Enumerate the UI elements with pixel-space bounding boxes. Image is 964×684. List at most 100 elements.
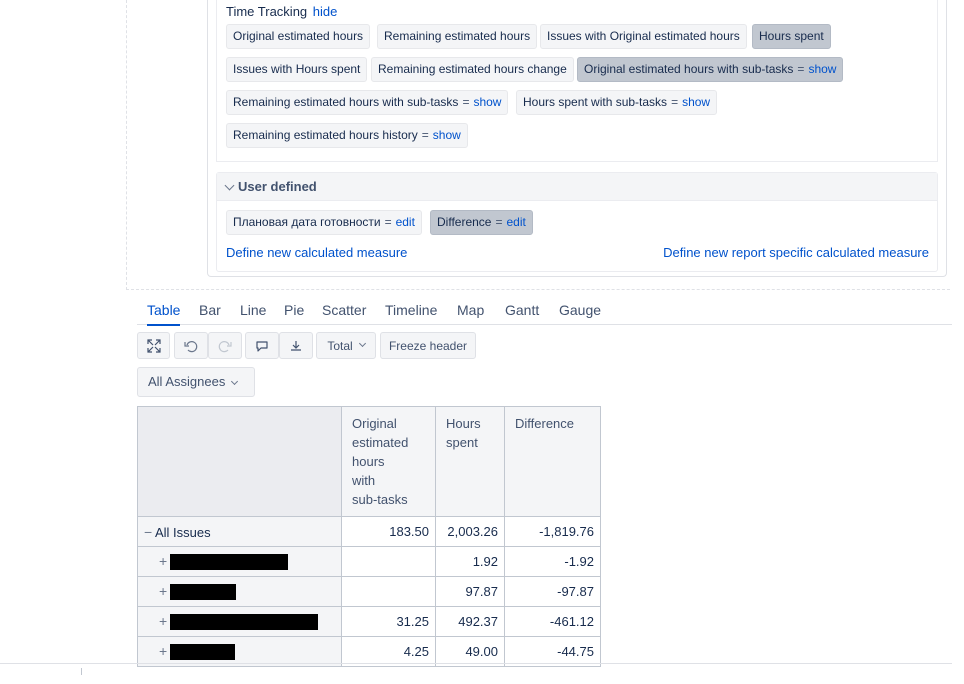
- measure-remaining-estimated-hours-history[interactable]: Remaining estimated hours history = show: [226, 123, 468, 148]
- chevron-down-icon: [231, 377, 239, 386]
- expand-icon[interactable]: +: [159, 583, 170, 599]
- expand-icon[interactable]: +: [159, 643, 170, 659]
- canvas-dashed-border-bottom: [126, 289, 950, 290]
- header-line: hours: [352, 454, 385, 469]
- measure-label: Original estimated hours with sub-tasks: [584, 62, 794, 76]
- tab-timeline[interactable]: Timeline: [385, 302, 437, 324]
- tab-bar[interactable]: Bar: [199, 302, 221, 324]
- time-tracking-title: Time Tracking: [226, 4, 308, 19]
- export-icon: [291, 340, 301, 351]
- measure-issues-with-original-estimated-hours[interactable]: Issues with Original estimated hours: [540, 24, 747, 49]
- tab-table[interactable]: Table: [147, 302, 181, 326]
- redacted-name: [170, 554, 288, 571]
- total-dropdown[interactable]: Total: [316, 332, 376, 359]
- measure-remaining-estimated-hours[interactable]: Remaining estimated hours: [377, 24, 538, 49]
- measure-label: Original estimated hours: [233, 29, 364, 43]
- define-new-calculated-measure-link[interactable]: Define new calculated measure: [226, 245, 407, 260]
- header-line: Difference: [515, 416, 575, 431]
- equals-sign: =: [384, 215, 392, 229]
- redacted-name: [170, 584, 236, 601]
- comment-button[interactable]: [245, 332, 279, 359]
- fullscreen-icon: [146, 338, 161, 353]
- show-link[interactable]: show: [682, 95, 710, 109]
- time-tracking-header: Time Tracking hide: [226, 4, 337, 19]
- measure-difference[interactable]: Difference = edit: [430, 210, 533, 235]
- corner-cell: [137, 406, 342, 517]
- redo-icon: [218, 340, 232, 352]
- export-button[interactable]: [279, 332, 313, 359]
- row-header-assignee[interactable]: +: [137, 606, 342, 637]
- chevron-down-icon: [224, 180, 235, 191]
- cell-value: [341, 546, 436, 577]
- cell-value: 4.25: [341, 636, 436, 667]
- tab-line[interactable]: Line: [240, 302, 266, 324]
- freeze-header-button[interactable]: Freeze header: [380, 332, 476, 359]
- measure-remaining-estimated-hours-with-subtasks[interactable]: Remaining estimated hours with sub-tasks…: [226, 90, 509, 115]
- header-line: with: [352, 473, 376, 488]
- edit-link[interactable]: edit: [396, 215, 415, 229]
- equals-sign: =: [462, 95, 470, 109]
- header-line: Hours: [446, 416, 481, 431]
- redo-button[interactable]: [208, 332, 242, 359]
- measure-original-estimated-hours[interactable]: Original estimated hours: [226, 24, 371, 49]
- row-header-assignee[interactable]: +: [137, 546, 342, 577]
- column-header-original-estimated-hours-with-subtasks[interactable]: Original estimated hours with sub-tasks: [341, 406, 436, 517]
- collapse-icon[interactable]: −: [144, 524, 155, 540]
- show-link[interactable]: show: [433, 128, 461, 142]
- redacted-name: [170, 644, 235, 661]
- table-row: + 4.25 49.00 -44.75: [137, 636, 601, 667]
- measure-label: Remaining estimated hours history: [233, 128, 418, 142]
- measure-label: Плановая дата готовности: [233, 215, 381, 229]
- column-header-difference[interactable]: Difference: [504, 406, 601, 517]
- header-line: estimated: [352, 435, 409, 450]
- redacted-name: [170, 614, 318, 631]
- table-row: + 31.25 492.37 -461.12: [137, 606, 601, 637]
- cell-value: 492.37: [435, 606, 505, 637]
- measure-remaining-estimated-hours-change[interactable]: Remaining estimated hours change: [371, 57, 574, 82]
- measure-label: Remaining estimated hours: [384, 29, 531, 43]
- edit-link[interactable]: edit: [507, 215, 526, 229]
- tab-gantt[interactable]: Gantt: [505, 302, 539, 324]
- cell-value: 1.92: [435, 546, 505, 577]
- time-tracking-hide-link[interactable]: hide: [313, 4, 338, 19]
- show-link[interactable]: show: [473, 95, 501, 109]
- header-line: sub-tasks: [352, 492, 408, 507]
- expand-icon[interactable]: +: [159, 553, 170, 569]
- assignees-filter-dropdown[interactable]: All Assignees: [137, 367, 255, 397]
- measure-planned-ready-date[interactable]: Плановая дата готовности = edit: [226, 210, 422, 235]
- tab-map[interactable]: Map: [457, 302, 484, 324]
- measure-original-estimated-hours-with-subtasks[interactable]: Original estimated hours with sub-tasks =…: [577, 57, 844, 82]
- measure-label: Hours spent with sub-tasks: [523, 95, 668, 109]
- user-defined-header[interactable]: User defined: [217, 173, 937, 201]
- row-header-all-issues[interactable]: − All Issues: [137, 516, 342, 547]
- expand-icon[interactable]: +: [159, 613, 170, 629]
- measure-label: Issues with Hours spent: [233, 62, 361, 76]
- cell-value: -97.87: [504, 576, 601, 607]
- measure-label: Issues with Original estimated hours: [547, 29, 740, 43]
- cell-value: 49.00: [435, 636, 505, 667]
- cell-value: 2,003.26: [435, 516, 505, 547]
- show-link[interactable]: show: [808, 62, 836, 76]
- tab-pie[interactable]: Pie: [284, 302, 304, 324]
- tab-gauge[interactable]: Gauge: [559, 302, 601, 324]
- table-row: − All Issues 183.50 2,003.26 -1,819.76: [137, 516, 601, 547]
- undo-button[interactable]: [174, 332, 208, 359]
- table-row: + 97.87 -97.87: [137, 576, 601, 607]
- measure-hours-spent-with-subtasks[interactable]: Hours spent with sub-tasks = show: [516, 90, 718, 115]
- row-header-assignee[interactable]: +: [137, 576, 342, 607]
- measures-panel: Time Tracking hide Original estimated ho…: [207, 0, 947, 277]
- row-header-assignee[interactable]: +: [137, 636, 342, 667]
- comment-icon: [256, 340, 268, 352]
- assignees-filter-label: All Assignees: [148, 374, 226, 389]
- measure-hours-spent[interactable]: Hours spent: [752, 24, 831, 49]
- define-report-specific-measure-link[interactable]: Define new report specific calculated me…: [663, 245, 929, 260]
- measure-label: Remaining estimated hours with sub-tasks: [233, 95, 459, 109]
- equals-sign: =: [495, 215, 503, 229]
- column-header-hours-spent[interactable]: Hours spent: [435, 406, 505, 517]
- chevron-down-icon: [358, 339, 366, 348]
- fullscreen-button[interactable]: [137, 332, 170, 359]
- cell-value: -44.75: [504, 636, 601, 667]
- row-label: All Issues: [155, 524, 211, 540]
- tab-scatter[interactable]: Scatter: [322, 302, 366, 324]
- measure-issues-with-hours-spent[interactable]: Issues with Hours spent: [226, 57, 368, 82]
